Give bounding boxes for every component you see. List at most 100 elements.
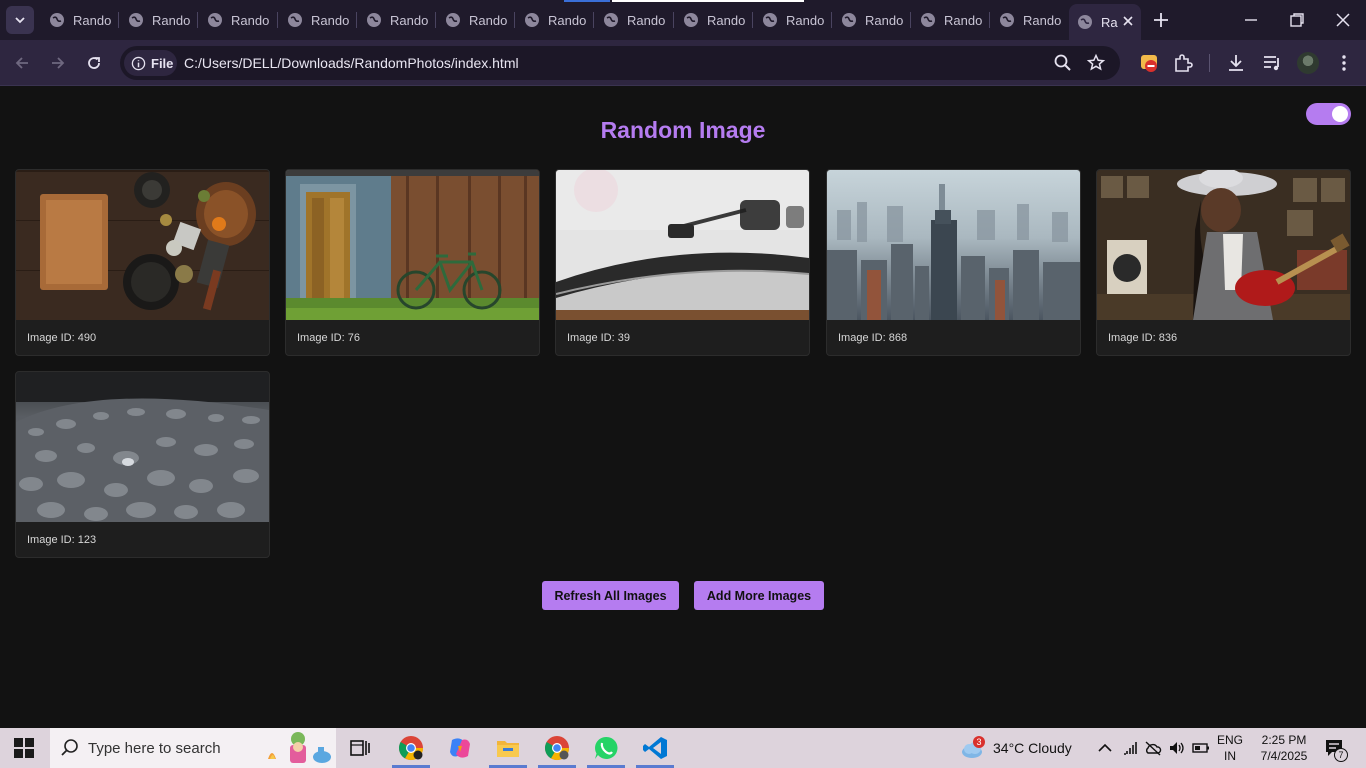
- tab-active[interactable]: Ra: [1069, 4, 1141, 40]
- back-button[interactable]: [10, 51, 34, 75]
- more-options-icon[interactable]: [1333, 52, 1355, 74]
- extensions-puzzle-icon[interactable]: [1172, 52, 1194, 74]
- image-card: Image ID: 123: [15, 371, 270, 558]
- language-indicator[interactable]: ENG IN: [1214, 733, 1246, 763]
- bookmark-star-icon[interactable]: [1086, 53, 1106, 73]
- page-viewport: Random Image Image ID: 490 Image ID: 76 …: [0, 87, 1366, 728]
- image-card: Image ID: 836: [1096, 169, 1351, 356]
- image-card: Image ID: 490: [15, 169, 270, 356]
- tab-4[interactable]: Rando: [279, 6, 358, 34]
- address-bar[interactable]: File C:/Users/DELL/Downloads/RandomPhoto…: [120, 46, 1120, 80]
- chevron-up-icon[interactable]: [1097, 741, 1113, 755]
- windows-start-icon[interactable]: [14, 738, 34, 758]
- search-placeholder: Type here to search: [88, 740, 221, 757]
- tab-7[interactable]: Rando: [516, 6, 595, 34]
- tab-1[interactable]: Rando: [41, 6, 120, 34]
- tab-search-button[interactable]: [6, 6, 34, 34]
- image-id-label: Image ID: 868: [838, 332, 908, 344]
- weather-text[interactable]: 34°C Cloudy: [993, 740, 1072, 756]
- refresh-all-images-button[interactable]: Refresh All Images: [542, 581, 679, 610]
- add-more-images-button[interactable]: Add More Images: [694, 581, 824, 610]
- reload-button[interactable]: [82, 51, 106, 75]
- battery-icon[interactable]: [1192, 741, 1210, 755]
- tab-label: Rando: [627, 12, 665, 28]
- photo-record-player-closeup: [556, 170, 809, 320]
- chrome-profile-icon[interactable]: [543, 734, 571, 762]
- taskbar-search-box[interactable]: Type here to search: [50, 728, 336, 768]
- globe-icon: [129, 13, 143, 27]
- tab-label: Rando: [73, 12, 111, 28]
- tab-separator: [910, 12, 911, 28]
- copilot-icon[interactable]: [446, 734, 474, 762]
- tab-2[interactable]: Rando: [120, 6, 199, 34]
- restore-icon[interactable]: [1286, 9, 1308, 31]
- tab-12[interactable]: Rando: [912, 6, 991, 34]
- tab-separator: [514, 12, 515, 28]
- media-control-icon[interactable]: [1261, 52, 1283, 74]
- tab-label: Ra: [1101, 14, 1118, 30]
- whatsapp-icon[interactable]: [592, 734, 620, 762]
- image-card: Image ID: 868: [826, 169, 1081, 356]
- photo-image: [286, 170, 539, 320]
- file-explorer-icon[interactable]: [494, 734, 522, 762]
- tab-5[interactable]: Rando: [358, 6, 437, 34]
- photo-image: [556, 170, 809, 320]
- network-icon[interactable]: [1122, 740, 1140, 756]
- tab-13[interactable]: Rando: [991, 6, 1070, 34]
- vscode-icon[interactable]: [641, 734, 669, 762]
- profile-avatar[interactable]: [1297, 52, 1319, 74]
- tab-6[interactable]: Rando: [437, 6, 516, 34]
- image-card: Image ID: 39: [555, 169, 810, 356]
- image-id-label: Image ID: 76: [297, 332, 360, 344]
- search-icon: [61, 739, 78, 756]
- close-window-icon[interactable]: [1332, 9, 1354, 31]
- globe-icon: [1000, 13, 1014, 27]
- globe-icon: [288, 13, 302, 27]
- tab-10[interactable]: Rando: [754, 6, 833, 34]
- tab-separator: [831, 12, 832, 28]
- tab-label: Rando: [152, 12, 190, 28]
- weather-badge: 3: [973, 736, 985, 748]
- chrome-icon[interactable]: [397, 734, 425, 762]
- globe-icon: [208, 13, 222, 27]
- new-tab-icon[interactable]: [1150, 9, 1172, 31]
- volume-icon[interactable]: [1168, 740, 1186, 756]
- globe-icon: [446, 13, 460, 27]
- minimize-icon[interactable]: [1240, 9, 1262, 31]
- zoom-icon[interactable]: [1053, 53, 1073, 73]
- tab-11[interactable]: Rando: [833, 6, 912, 34]
- download-icon[interactable]: [1225, 52, 1247, 74]
- forward-button[interactable]: [46, 51, 70, 75]
- clock-date: 7/4/2025: [1260, 749, 1308, 763]
- clock[interactable]: 2:25 PM 7/4/2025: [1252, 733, 1316, 763]
- site-info-chip[interactable]: File: [124, 50, 177, 76]
- reload-icon: [88, 57, 100, 69]
- arrow-right-icon: [52, 57, 65, 69]
- task-view-icon[interactable]: [346, 734, 374, 762]
- site-info-label: File: [151, 55, 174, 71]
- globe-icon: [921, 13, 935, 27]
- photo-image: [1097, 170, 1350, 320]
- windows-taskbar: Type here to search 3 34°C Cloudy ENG IN…: [0, 728, 1366, 768]
- tab-label: Rando: [311, 12, 349, 28]
- tab-8[interactable]: Rando: [595, 6, 674, 34]
- photo-water-droplets-texture: [16, 372, 269, 522]
- url-text[interactable]: C:/Users/DELL/Downloads/RandomPhotos/ind…: [184, 55, 519, 71]
- globe-icon: [525, 13, 539, 27]
- cloud-offline-icon[interactable]: [1144, 740, 1162, 756]
- tab-label: Rando: [390, 12, 428, 28]
- tab-strip: Rando Rando Rando Rando Rando Rando Rando Rando…: [0, 0, 1366, 40]
- tab-separator: [356, 12, 357, 28]
- globe-icon: [604, 13, 618, 27]
- tab-separator: [118, 12, 119, 28]
- extension-badge-icon[interactable]: [1139, 52, 1161, 74]
- globe-icon: [763, 13, 777, 27]
- tab-separator: [673, 12, 674, 28]
- globe-icon: [50, 13, 64, 27]
- tab-label: Rando: [786, 12, 824, 28]
- tab-separator: [435, 12, 436, 28]
- tab-3[interactable]: Rando: [199, 6, 278, 34]
- close-icon[interactable]: [1121, 14, 1135, 28]
- tab-9[interactable]: Rando: [675, 6, 754, 34]
- photo-image: [16, 170, 269, 320]
